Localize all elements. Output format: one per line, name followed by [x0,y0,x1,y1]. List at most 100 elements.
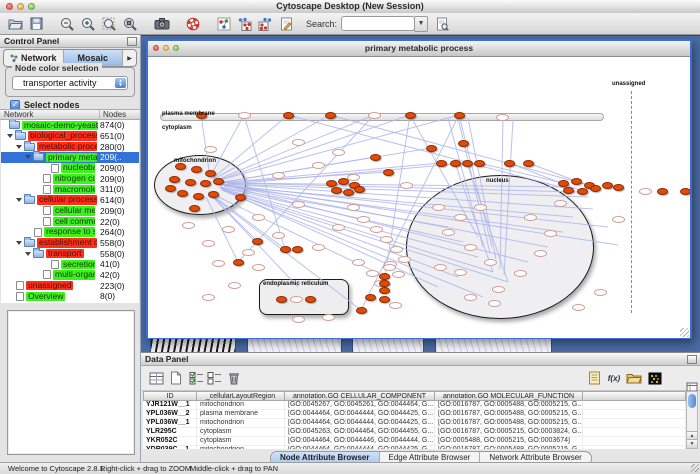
network-node[interactable] [208,191,219,198]
network-node[interactable] [379,287,390,294]
network-node[interactable] [189,205,200,212]
network-node[interactable] [657,188,668,195]
close-icon[interactable] [6,3,13,10]
tree-row[interactable]: mosaic-demo-yeast874(0) [1,120,139,131]
window-resize-grip[interactable] [680,328,689,337]
network-node[interactable] [213,178,224,185]
network-node[interactable] [283,112,294,119]
expander-icon[interactable] [16,145,22,149]
network-node[interactable] [523,160,534,167]
zoom-window-icon[interactable] [173,45,179,51]
table-row[interactable]: YDR039C__1mitochondrion[GO:0044464, GO:0… [143,446,686,449]
network-node[interactable] [169,176,180,183]
select-nodes-checkbox[interactable]: ✓ [10,100,20,110]
network-node[interactable] [370,154,381,161]
network-overlay-icon-2[interactable] [256,15,275,33]
background-window-fragment[interactable] [352,338,424,353]
table-row[interactable]: YPL036W__1mitochondrion[GO:0044464, GO:0… [143,419,686,428]
network-node[interactable] [383,169,394,176]
birds-eye-view[interactable] [7,310,135,455]
help-icon[interactable] [183,15,202,33]
search-dropdown-icon[interactable]: ▼ [414,16,428,32]
network-node[interactable] [454,112,465,119]
network-node[interactable] [338,178,349,185]
network-node[interactable] [602,182,613,189]
table-row[interactable]: YLR295Ccytoplasm[GO:0045263, GO:0044464,… [143,428,686,437]
network-node[interactable] [325,112,336,119]
column-header[interactable]: annotation.GO MOLECULAR_FUNCTION [435,391,583,401]
expander-icon[interactable] [7,134,13,138]
table-row[interactable]: YPL036W__2plasma membrane[GO:0044464, GO… [143,410,686,419]
network-node[interactable] [462,160,473,167]
network-node[interactable] [292,246,303,253]
snapshot-icon[interactable] [152,15,171,33]
background-window-fragment[interactable] [435,338,552,353]
network-node[interactable] [305,296,316,303]
tree-row[interactable]: nucleobase-209(0) [1,163,139,174]
tree-col-nodes[interactable]: Nodes [99,110,126,120]
expander-icon[interactable] [25,252,31,256]
network-node[interactable] [193,193,204,200]
network-node[interactable] [233,259,244,266]
network-overlay-icon-1[interactable] [235,15,254,33]
network-node[interactable] [165,185,176,192]
annotation-icon[interactable] [277,15,296,33]
delete-attribute-icon[interactable] [225,369,243,387]
expander-icon[interactable] [16,198,22,202]
network-node[interactable] [504,160,515,167]
open-file-icon[interactable] [6,15,25,33]
network-node[interactable] [558,180,569,187]
tree-row[interactable]: cellular metabo209(0) [1,206,139,217]
table-scrollbar[interactable]: ▲ ▼ [686,391,698,449]
network-node[interactable] [571,178,582,185]
network-node[interactable] [379,273,390,280]
column-header[interactable]: _cellularLayoutRegion [197,391,285,401]
column-header[interactable]: annotation.GO CELLULAR_COMPONENT [285,391,435,401]
tree-row[interactable]: transport558(0) [1,248,139,259]
network-node[interactable] [365,294,376,301]
network-node[interactable] [235,194,246,201]
background-window-fragment[interactable] [150,338,236,353]
network-node[interactable] [276,296,287,303]
tree-row[interactable]: Overview8(0) [1,291,139,302]
network-node[interactable] [680,188,690,195]
tree-col-network[interactable]: Network [4,110,33,120]
background-window-fragment[interactable] [247,338,342,353]
new-attribute-icon[interactable] [167,369,185,387]
attribute-table-icon[interactable] [147,369,165,387]
network-node[interactable] [405,112,416,119]
tree-row[interactable]: cell communicat22(0) [1,216,139,227]
expander-icon[interactable] [25,155,31,159]
save-session-icon[interactable] [27,15,46,33]
search-input[interactable]: ▼ [341,16,415,31]
tree-row[interactable]: establishment of lo558(0) [1,238,139,249]
tree-row[interactable]: unassigned223(0) [1,280,139,291]
matrix-icon[interactable] [646,369,664,387]
network-node[interactable] [379,280,390,287]
dropdown-stepper-icon[interactable]: ▲▼ [115,78,126,88]
tree-row[interactable]: primary metab209(.. [1,152,139,163]
network-node[interactable] [177,190,188,197]
network-node[interactable] [590,185,601,192]
search-options-icon[interactable] [433,15,452,33]
zoom-out-icon[interactable] [58,15,77,33]
column-header[interactable]: ID [143,391,197,401]
network-node[interactable] [280,246,291,253]
tree-row[interactable]: macromolecule311(0) [1,184,139,195]
tree-row[interactable]: secretion41(0) [1,259,139,270]
tree-row[interactable]: multi-organism pro42(0) [1,270,139,281]
tree-row[interactable]: response to stimul264(0) [1,227,139,238]
color-attribute-dropdown[interactable]: transporter activity ▲▼ [12,76,128,90]
minimize-icon[interactable] [17,3,24,10]
zoom-window-icon[interactable] [28,3,35,10]
network-node[interactable] [426,145,437,152]
network-node[interactable] [343,189,354,196]
zoom-selected-icon[interactable] [121,15,140,33]
table-row[interactable]: YJR121W__1mitochondrion[GO:0045267, GO:0… [143,401,686,410]
network-node[interactable] [205,170,216,177]
network-window-titlebar[interactable]: primary metabolic process [148,41,690,57]
network-node[interactable] [613,184,624,191]
float-panel-icon[interactable] [687,355,697,364]
unselect-attributes-icon[interactable] [205,369,223,387]
network-node[interactable] [200,180,211,187]
